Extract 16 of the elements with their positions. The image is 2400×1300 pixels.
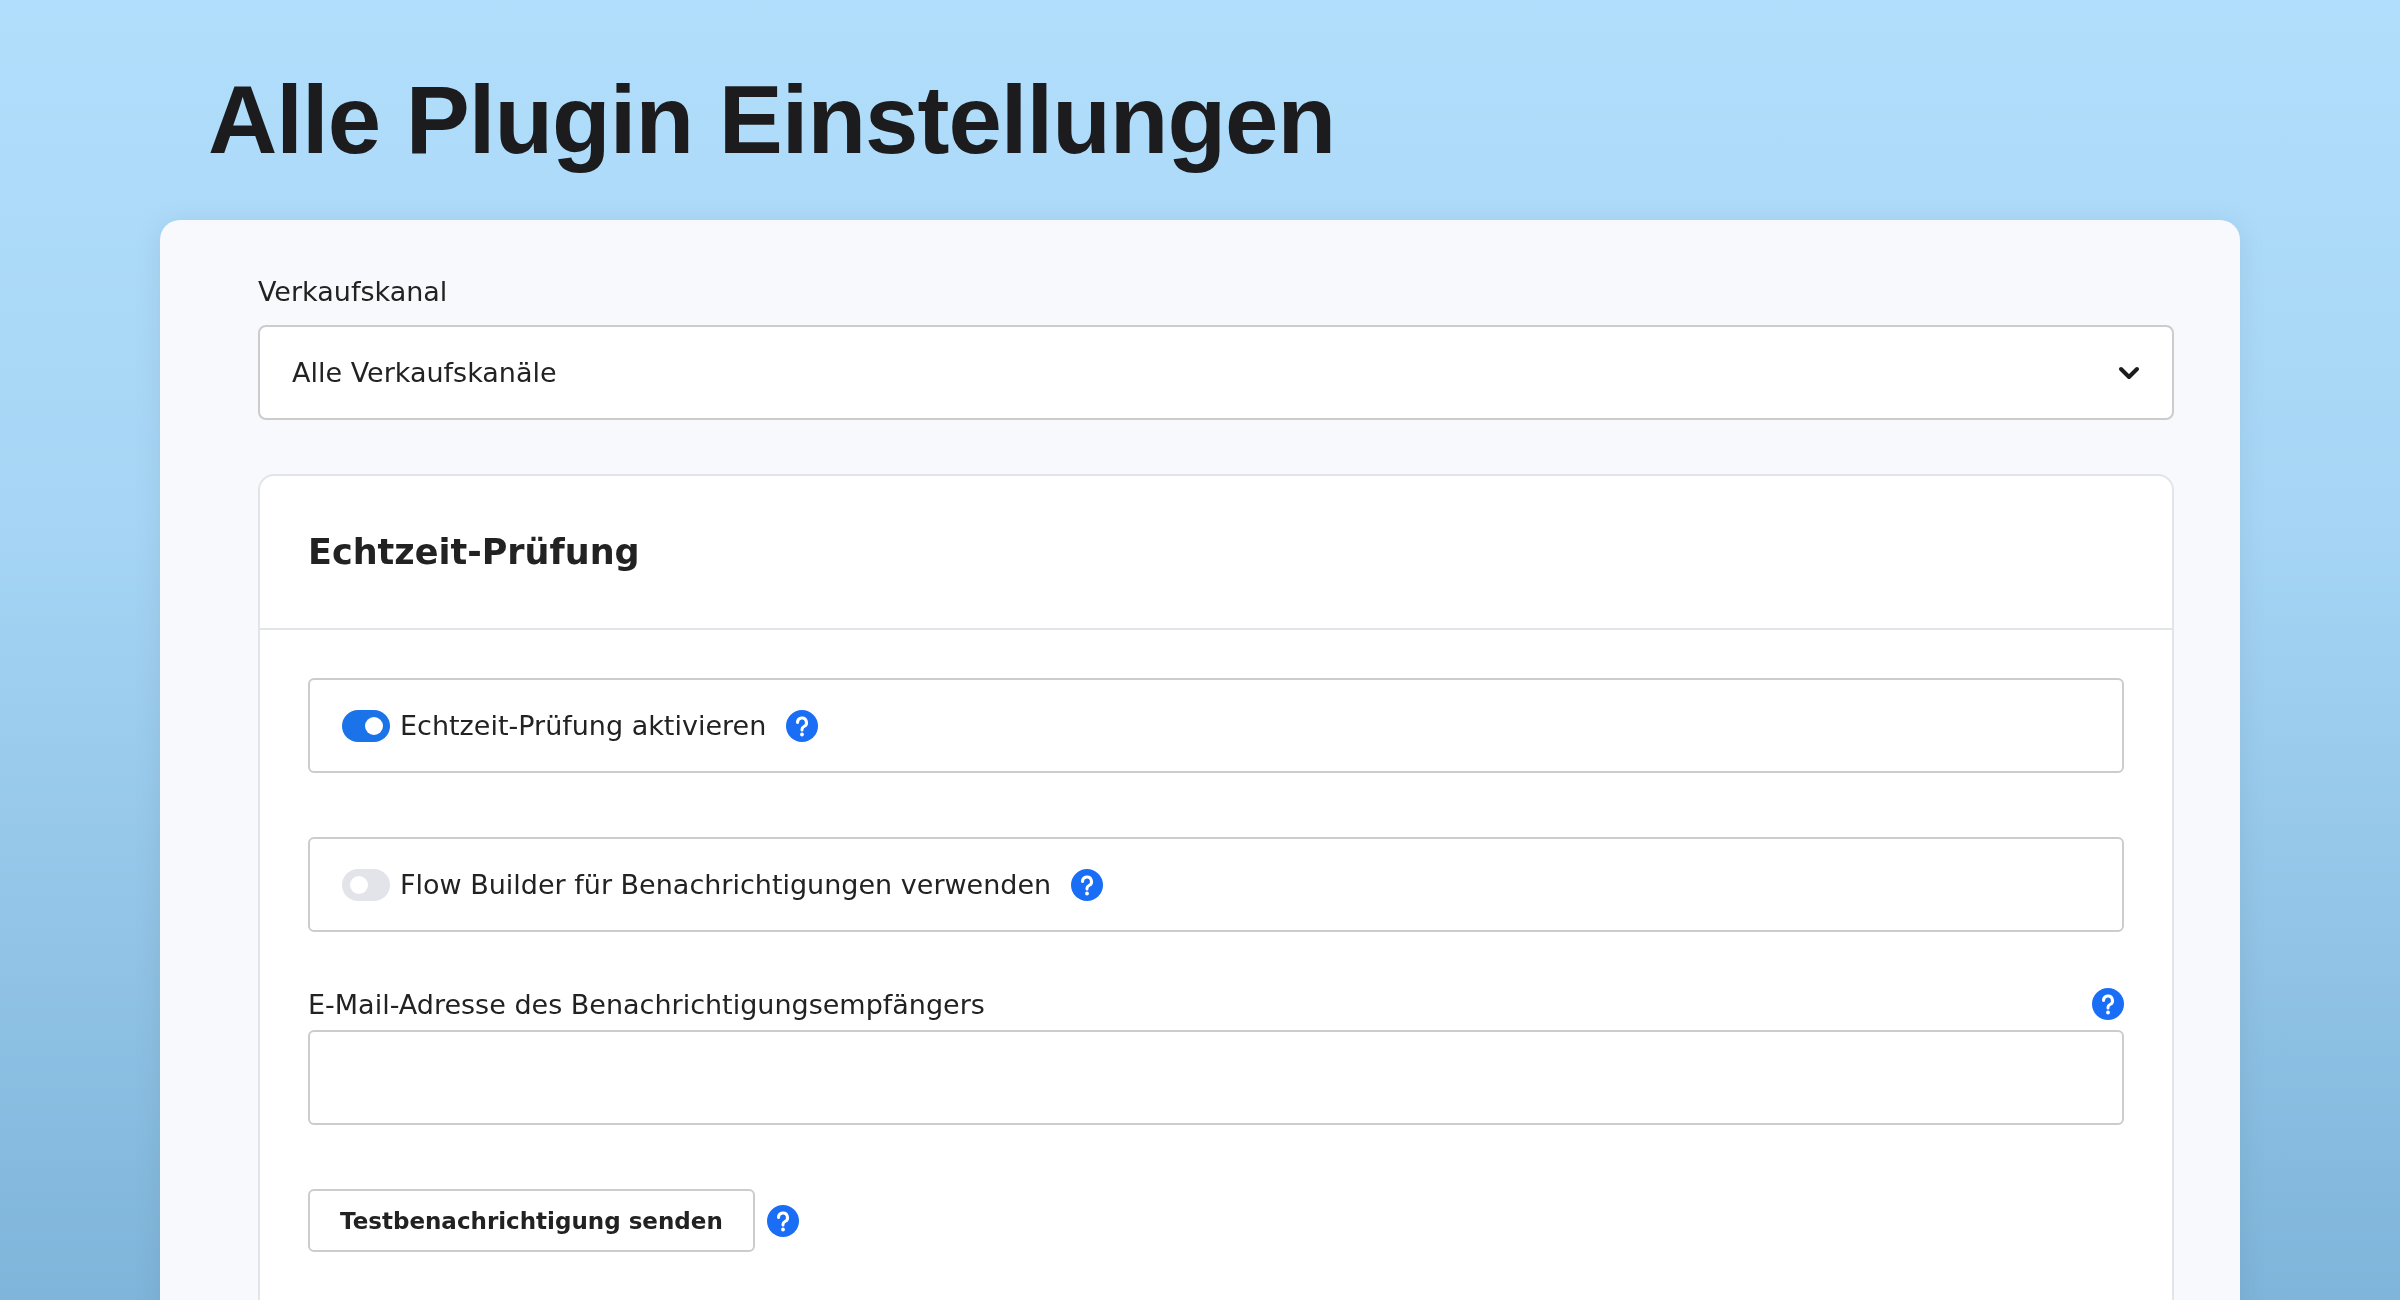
help-icon[interactable] bbox=[2092, 988, 2124, 1020]
toggle-label: Flow Builder für Benachrichtigungen verwenden bbox=[400, 869, 1052, 900]
toggle-switch[interactable] bbox=[342, 709, 390, 742]
toggle-label: Echtzeit-Prüfung aktivieren bbox=[400, 710, 767, 741]
email-input-field[interactable] bbox=[308, 1030, 2124, 1125]
help-icon[interactable] bbox=[766, 1204, 799, 1237]
help-icon[interactable] bbox=[786, 709, 819, 742]
section-title: Echtzeit-Prüfung bbox=[308, 532, 640, 572]
sales-channel-select[interactable]: Alle Verkaufskanäle bbox=[258, 325, 2174, 420]
page-title: Alle Plugin Einstellungen bbox=[208, 65, 1336, 175]
toggle-switch[interactable] bbox=[342, 868, 390, 901]
chevron-down-icon bbox=[2118, 365, 2140, 380]
help-icon[interactable] bbox=[1071, 868, 1104, 901]
send-test-button[interactable]: Testbenachrichtigung senden bbox=[308, 1189, 755, 1252]
field-label: E-Mail-Adresse des Benachrichtigungsempfängers bbox=[308, 988, 985, 1020]
field-label: Verkaufskanal bbox=[258, 276, 449, 307]
